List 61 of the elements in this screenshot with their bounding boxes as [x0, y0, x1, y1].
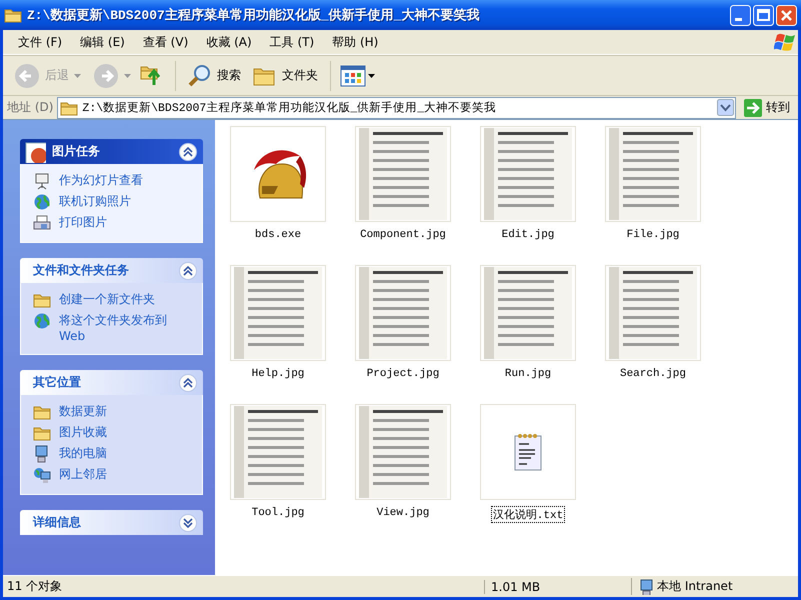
file-name[interactable]: Help.jpg — [250, 367, 306, 381]
projector-screen-icon — [33, 172, 51, 190]
globe-icon — [33, 312, 51, 330]
address-field[interactable]: Z:\数据更新\BDS2007主程序菜单常用功能汉化版_供新手使用_大神不要笑我 — [57, 96, 736, 118]
file-name[interactable]: Tool.jpg — [250, 506, 306, 520]
views-button[interactable] — [340, 64, 376, 88]
menu-item[interactable]: 查看 (V) — [134, 34, 198, 50]
menu-item[interactable]: 文件 (F) — [9, 34, 72, 50]
security-zone: 本地 Intranet — [657, 578, 733, 595]
notepad-icon — [513, 432, 543, 472]
dropdown-caret-icon — [74, 74, 81, 78]
thumbnail-frame[interactable] — [230, 126, 326, 222]
menu-item[interactable]: 帮助 (H) — [323, 34, 388, 50]
collapse-chevron-icon[interactable] — [179, 262, 197, 280]
dropdown-button[interactable] — [717, 99, 734, 116]
file-name[interactable]: 汉化说明.txt — [490, 506, 566, 523]
task-link[interactable]: 打印图片 — [59, 214, 107, 230]
thumbnail-frame[interactable] — [480, 404, 576, 500]
menu-item[interactable]: 编辑 (E) — [71, 34, 134, 50]
close-button[interactable] — [776, 4, 797, 26]
folders-button[interactable]: 文件夹 — [250, 62, 321, 88]
task-link[interactable]: 作为幻灯片查看 — [59, 172, 143, 188]
file-name[interactable]: Project.jpg — [364, 367, 442, 381]
expand-chevron-icon[interactable] — [179, 514, 197, 532]
file-name[interactable]: Component.jpg — [358, 228, 448, 242]
search-button[interactable]: 搜索 — [185, 62, 244, 90]
task-link[interactable]: 数据更新 — [59, 403, 107, 419]
network-computers-icon — [33, 466, 51, 484]
collapse-chevron-icon[interactable] — [179, 374, 197, 392]
windows-flag-icon — [774, 31, 798, 53]
window-title: Z:\数据更新\BDS2007主程序菜单常用功能汉化版_供新手使用_大神不要笑我 — [27, 6, 480, 24]
object-count: 11 个对象 — [6, 578, 64, 595]
collapse-chevron-icon[interactable] — [179, 142, 197, 160]
panel-header[interactable]: 文件和文件夹任务 — [20, 258, 203, 283]
file-name[interactable]: Edit.jpg — [500, 228, 556, 242]
panel-header[interactable]: 其它位置 — [20, 370, 203, 395]
file-name[interactable]: View.jpg — [374, 506, 432, 520]
menu-item[interactable]: 收藏 (A) — [197, 34, 261, 50]
dropdown-caret-icon — [124, 74, 131, 78]
file-name[interactable]: File.jpg — [624, 228, 682, 242]
minimize-button[interactable] — [730, 4, 751, 26]
go-button[interactable]: 转到 — [740, 98, 794, 116]
globe-icon — [33, 193, 51, 211]
task-link[interactable]: 网上邻居 — [59, 466, 107, 482]
go-arrow-icon — [744, 98, 762, 116]
file-name[interactable]: bds.exe — [252, 228, 304, 242]
panel-header[interactable]: 图片任务 — [20, 139, 203, 164]
file-name[interactable]: Search.jpg — [618, 367, 688, 381]
task-link[interactable]: 我的电脑 — [59, 445, 107, 461]
maximize-button[interactable] — [753, 4, 774, 26]
search-icon — [188, 64, 212, 88]
total-size: 1.01 MB — [484, 580, 631, 594]
panel-header[interactable]: 详细信息 — [20, 510, 203, 535]
printer-icon — [33, 214, 51, 232]
task-link[interactable]: 将这个文件夹发布到 Web — [59, 312, 192, 344]
task-link[interactable]: 联机订购照片 — [59, 193, 131, 209]
file-name[interactable]: Run.jpg — [502, 367, 554, 381]
task-link[interactable]: 图片收藏 — [59, 424, 107, 440]
address-label: 地址 (D) — [7, 99, 54, 116]
menu-item[interactable]: 工具 (T) — [260, 34, 324, 50]
task-link[interactable]: 创建一个新文件夹 — [59, 291, 155, 307]
